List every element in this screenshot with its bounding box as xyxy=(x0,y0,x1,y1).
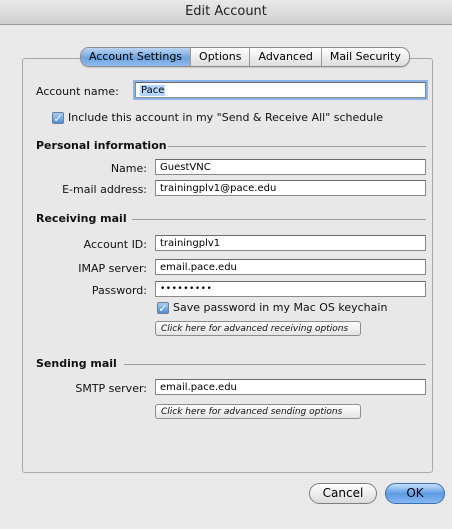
include-schedule-label: Include this account in my "Send & Recei… xyxy=(68,111,384,124)
tab-options[interactable]: Options xyxy=(190,48,249,66)
password-input[interactable]: ••••••••• xyxy=(155,281,426,297)
tab-account-settings[interactable]: Account Settings xyxy=(81,48,191,66)
personal-info-divider xyxy=(168,146,426,147)
account-name-label: Account name: xyxy=(36,85,119,98)
imap-server-label: IMAP server: xyxy=(78,262,147,275)
include-schedule-checkbox[interactable]: ✓ xyxy=(52,112,64,124)
sending-mail-heading: Sending mail xyxy=(36,357,117,370)
name-input[interactable]: GuestVNC xyxy=(155,159,426,175)
email-input[interactable]: trainingplv1@pace.edu xyxy=(155,180,426,196)
account-name-value: Pace xyxy=(140,85,166,96)
ok-button[interactable]: OK xyxy=(385,483,445,504)
email-label: E-mail address: xyxy=(62,183,147,196)
window-title: Edit Account xyxy=(0,0,452,25)
tab-mail-security[interactable]: Mail Security xyxy=(320,48,409,66)
smtp-server-input[interactable]: email.pace.edu xyxy=(155,379,426,395)
account-id-input[interactable]: trainingplv1 xyxy=(155,235,426,251)
personal-info-heading: Personal information xyxy=(36,139,167,152)
keychain-checkbox[interactable]: ✓ xyxy=(157,302,169,314)
smtp-server-label: SMTP server: xyxy=(75,382,147,395)
sending-mail-divider xyxy=(124,364,426,365)
cancel-button[interactable]: Cancel xyxy=(309,483,377,504)
tab-advanced[interactable]: Advanced xyxy=(249,48,320,66)
keychain-label: Save password in my Mac OS keychain xyxy=(173,301,388,314)
name-label: Name: xyxy=(110,162,147,175)
receiving-mail-divider xyxy=(132,219,426,220)
imap-server-input[interactable]: email.pace.edu xyxy=(155,259,426,275)
account-id-label: Account ID: xyxy=(83,238,147,251)
account-name-input[interactable]: Pace xyxy=(135,82,426,98)
advanced-sending-button[interactable]: Click here for advanced sending options xyxy=(155,404,361,419)
password-label: Password: xyxy=(91,284,147,297)
tab-bar: Account Settings Options Advanced Mail S… xyxy=(80,47,410,67)
receiving-mail-heading: Receiving mail xyxy=(36,212,127,225)
advanced-receiving-button[interactable]: Click here for advanced receiving option… xyxy=(155,321,361,336)
